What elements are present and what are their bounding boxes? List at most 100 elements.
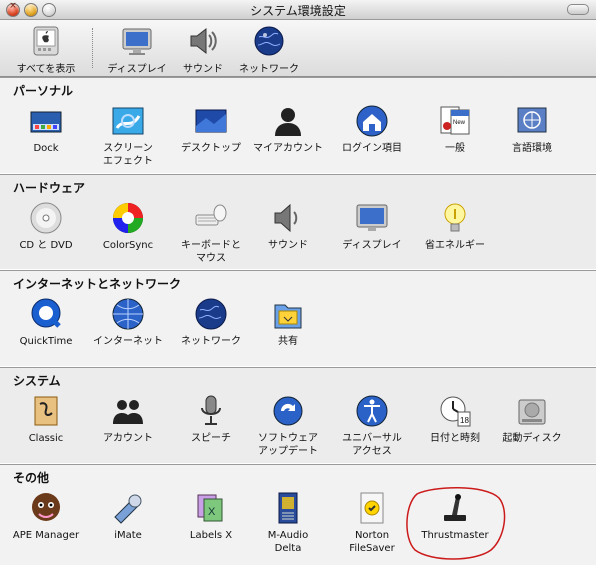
my-account-icon — [271, 104, 305, 138]
pref-pane-label: APE Manager — [12, 530, 80, 541]
pref-pane-norton-filesaver[interactable]: Norton FileSaver — [330, 491, 414, 554]
annotation-circle — [406, 487, 506, 560]
toolbar: すべてを表示 ディスプレイ サウンド ネットワーク — [0, 20, 596, 77]
pref-pane-label: スピーチ — [191, 433, 231, 444]
pref-pane-label: 起動ディスク — [502, 433, 562, 444]
pref-pane-label: M-Audio Delta — [267, 530, 309, 554]
pref-pane-label: QuickTime — [19, 336, 73, 347]
pref-pane-general[interactable]: New 一般 — [413, 104, 497, 166]
sound-icon — [271, 201, 305, 235]
screen-effects-icon — [111, 104, 145, 138]
labels-x-icon: X — [194, 491, 228, 525]
toolbar-toggle-button[interactable] — [567, 4, 589, 15]
section-3: インターネットとネットワーク QuickTime インターネット ネットワーク 共有 — [0, 270, 596, 366]
svg-text:X: X — [208, 506, 216, 518]
pref-pane-label: ログイン項目 — [342, 143, 402, 154]
display-icon — [121, 25, 153, 57]
pref-pane-sound[interactable]: サウンド — [246, 201, 330, 263]
pref-pane-label: Dock — [33, 143, 59, 154]
section-5: その他 APE Manager iMate X Labels X M-Audio Delta… — [0, 464, 596, 565]
pref-pane-label: 一般 — [445, 143, 465, 154]
software-update-icon — [271, 394, 305, 428]
show-all-label: すべてを表示 — [16, 64, 76, 75]
section-divider — [0, 270, 596, 271]
international-icon — [515, 104, 549, 138]
classic-icon — [29, 394, 63, 428]
pref-pane-ape-manager[interactable]: APE Manager — [4, 491, 88, 553]
sharing-icon — [271, 297, 305, 331]
section-divider — [0, 464, 596, 465]
pref-pane-dock[interactable]: Dock — [4, 104, 88, 166]
pref-pane-display[interactable]: ディスプレイ — [330, 201, 414, 263]
pref-pane-cd-dvd[interactable]: CD と DVD — [4, 201, 88, 263]
pref-pane-imate[interactable]: iMate — [86, 491, 170, 553]
pref-pane-label: Norton FileSaver — [349, 530, 395, 554]
pref-pane-universal-access[interactable]: ユニバーサル アクセス — [330, 394, 414, 457]
pref-pane-login-items[interactable]: ログイン項目 — [330, 104, 414, 166]
pref-pane-startup-disk[interactable]: 起動ディスク — [490, 394, 574, 456]
section-divider — [0, 367, 596, 368]
pref-pane-label: iMate — [114, 530, 142, 541]
toolbar-network-label: ネットワーク — [239, 64, 299, 75]
pref-pane-screen-effects[interactable]: スクリーン エフェクト — [86, 104, 170, 167]
desktop-icon — [194, 104, 228, 138]
pref-pane-colorsync[interactable]: ColorSync — [86, 201, 170, 263]
pref-pane-label: ネットワーク — [181, 336, 241, 347]
pref-pane-quicktime[interactable]: QuickTime — [4, 297, 88, 359]
network-icon — [194, 297, 228, 331]
pref-pane-label: CD と DVD — [19, 240, 73, 251]
window-title: システム環境設定 — [250, 4, 346, 18]
m-audio-delta-icon — [271, 491, 305, 525]
section-divider — [0, 174, 596, 175]
pref-pane-sharing[interactable]: 共有 — [246, 297, 330, 359]
pref-pane-date-time[interactable]: 18 日付と時刻 — [413, 394, 497, 456]
accounts-icon — [111, 394, 145, 428]
pref-pane-speech[interactable]: スピーチ — [169, 394, 253, 456]
pref-pane-label: スクリーン エフェクト — [103, 143, 153, 167]
pref-pane-label: サウンド — [268, 240, 308, 251]
pref-pane-label: キーボードと マウス — [181, 240, 241, 264]
pref-pane-label: 共有 — [278, 336, 298, 347]
dock-icon — [29, 104, 63, 138]
section-title: インターネットとネットワーク — [13, 277, 182, 291]
pref-pane-international[interactable]: 言語環境 — [490, 104, 574, 166]
pref-pane-energy-saver[interactable]: 省エネルギー — [413, 201, 497, 263]
section-divider — [0, 77, 596, 78]
pref-pane-labels-x[interactable]: X Labels X — [169, 491, 253, 553]
pref-pane-keyboard-mouse[interactable]: キーボードと マウス — [169, 201, 253, 264]
startup-disk-icon — [515, 394, 549, 428]
section-1: パーソナル Dock スクリーン エフェクト デスクトップ マイアカウント ログイン項目 Ne… — [0, 77, 596, 173]
pref-pane-network[interactable]: ネットワーク — [169, 297, 253, 359]
pref-pane-label: ユニバーサル アクセス — [342, 433, 402, 457]
pref-pane-label: Labels X — [189, 530, 233, 541]
pref-pane-label: アカウント — [103, 433, 153, 444]
pref-pane-m-audio-delta[interactable]: M-Audio Delta — [246, 491, 330, 554]
toolbar-network-button[interactable]: ネットワーク — [233, 22, 305, 75]
ape-manager-icon — [29, 491, 63, 525]
pref-pane-my-account[interactable]: マイアカウント — [246, 104, 330, 166]
colorsync-icon — [111, 201, 145, 235]
pref-pane-accounts[interactable]: アカウント — [86, 394, 170, 456]
section-title: パーソナル — [13, 84, 74, 98]
pref-pane-software-update[interactable]: ソフトウェア アップデート — [246, 394, 330, 457]
pref-pane-label: 省エネルギー — [425, 240, 485, 251]
energy-saver-icon — [438, 201, 472, 235]
pref-pane-label: 言語環境 — [512, 143, 552, 154]
norton-filesaver-icon — [355, 491, 389, 525]
show-all-icon — [30, 25, 62, 57]
pref-pane-desktop[interactable]: デスクトップ — [169, 104, 253, 166]
section-title: システム — [13, 374, 61, 388]
date-time-icon: 18 — [438, 394, 472, 428]
universal-access-icon — [355, 394, 389, 428]
globe-icon — [253, 25, 285, 57]
pref-pane-label: Classic — [28, 433, 64, 444]
show-all-button[interactable]: すべてを表示 — [10, 22, 82, 75]
pref-pane-internet[interactable]: インターネット — [86, 297, 170, 359]
quicktime-icon — [29, 297, 63, 331]
display-icon — [355, 201, 389, 235]
pref-pane-label: ソフトウェア アップデート — [258, 433, 318, 457]
general-icon: New — [438, 104, 472, 138]
pref-pane-classic[interactable]: Classic — [4, 394, 88, 456]
pref-pane-label: インターネット — [93, 336, 163, 347]
section-2: ハードウェア CD と DVD ColorSync キーボードと マウス サウンド ディスプ… — [0, 174, 596, 269]
